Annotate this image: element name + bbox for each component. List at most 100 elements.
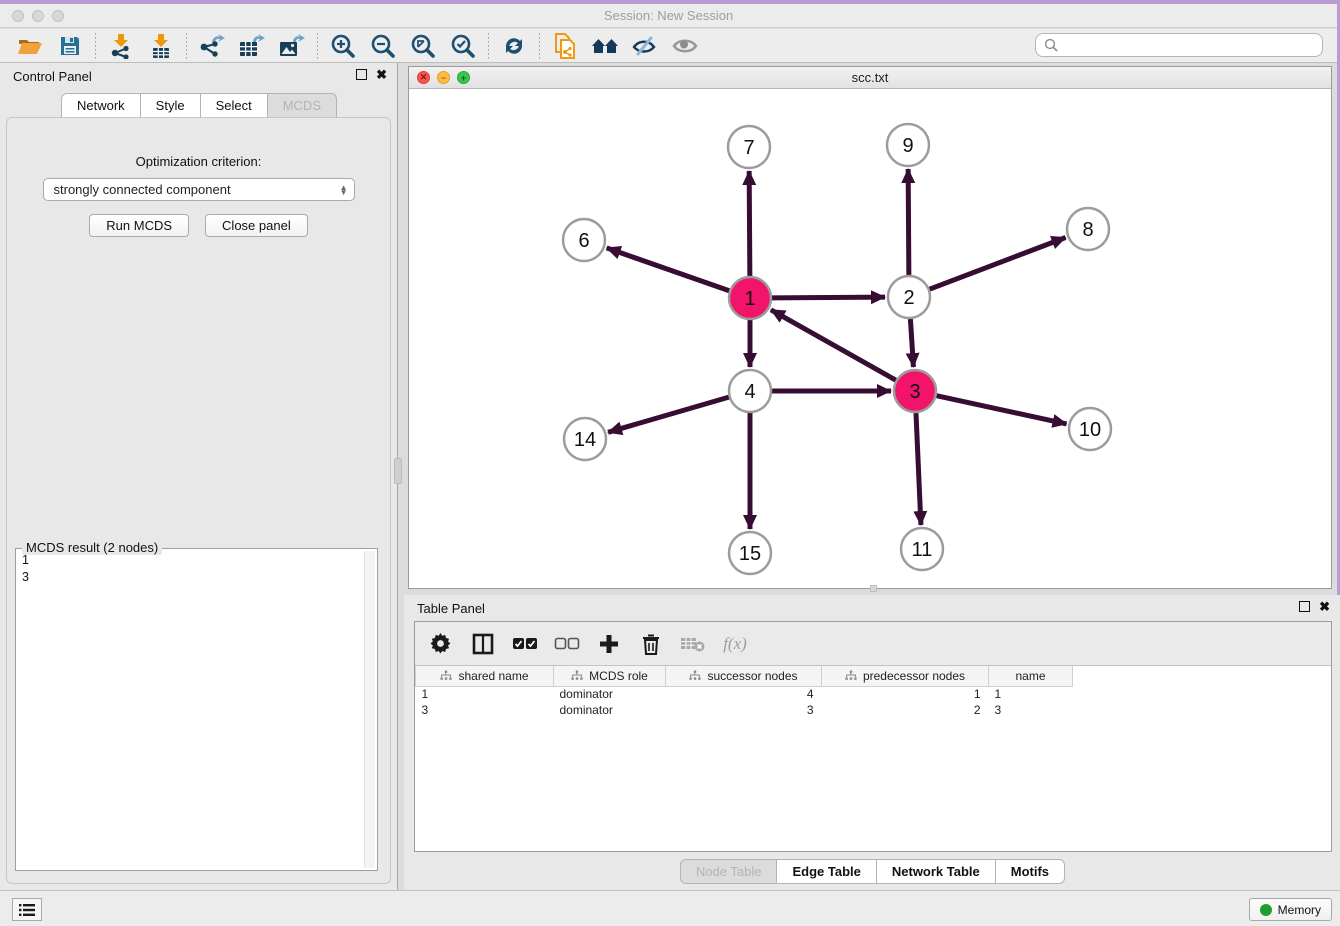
cell[interactable]: 3 [989, 702, 1073, 718]
svg-text:2: 2 [903, 287, 914, 309]
refresh-button[interactable] [494, 31, 534, 61]
window-title: Session: New Session [0, 8, 1337, 23]
cell[interactable]: 1 [989, 686, 1073, 702]
search-input[interactable] [1065, 38, 1314, 52]
column-header-name[interactable]: name [989, 666, 1073, 686]
svg-text:11: 11 [912, 539, 933, 561]
table-row[interactable]: 3dominator323 [416, 702, 1073, 718]
cell[interactable]: 1 [822, 686, 989, 702]
float-table-panel-icon[interactable] [1299, 601, 1310, 612]
svg-text:8: 8 [1082, 219, 1093, 241]
delete-button[interactable] [637, 629, 665, 659]
cell[interactable]: dominator [554, 702, 666, 718]
mcds-panel-body: Optimization criterion: strongly connect… [6, 117, 391, 884]
edge-1-2[interactable] [772, 297, 885, 298]
tab-style[interactable]: Style [140, 93, 201, 117]
edge-3-1[interactable] [771, 310, 896, 380]
edge-2-8[interactable] [930, 238, 1066, 290]
edge-1-7[interactable] [749, 171, 750, 276]
tab-mcds[interactable]: MCDS [267, 93, 337, 117]
zoom-fit-button[interactable] [403, 31, 443, 61]
close-panel-icon[interactable]: ✖ [376, 69, 387, 80]
select-all-icon [512, 637, 538, 651]
node-11[interactable]: 11 [901, 528, 943, 570]
edge-4-14[interactable] [608, 397, 729, 432]
search-field[interactable] [1035, 33, 1323, 57]
node-7[interactable]: 7 [728, 126, 770, 168]
edge-2-3[interactable] [910, 319, 913, 367]
zoom-in-button[interactable] [323, 31, 363, 61]
network-canvas[interactable]: 7 9 6 8 1 2 4 3 14 10 15 11 [409, 89, 1331, 588]
node-4[interactable]: 4 [729, 370, 771, 412]
node-2[interactable]: 2 [888, 276, 930, 318]
edge-3-11[interactable] [916, 413, 921, 525]
node-table[interactable]: shared nameMCDS rolesuccessor nodesprede… [415, 666, 1073, 718]
open-session-button[interactable] [10, 31, 50, 61]
export-table-button[interactable] [232, 31, 272, 61]
select-all-button[interactable] [511, 629, 539, 659]
panel-splitter-grip[interactable] [394, 458, 402, 484]
edge-2-9[interactable] [908, 169, 909, 275]
node-8[interactable]: 8 [1067, 208, 1109, 250]
close-panel-button[interactable]: Close panel [205, 214, 308, 237]
network-window-titlebar[interactable]: ✕ − + scc.txt [409, 67, 1331, 89]
column-header-predecessor-nodes[interactable]: predecessor nodes [822, 666, 989, 686]
cell[interactable]: 1 [416, 686, 554, 702]
tab-node-table[interactable]: Node Table [680, 859, 778, 884]
zoom-out-button[interactable] [363, 31, 403, 61]
edge-1-6[interactable] [607, 248, 730, 291]
tab-select[interactable]: Select [200, 93, 268, 117]
delete-table-button[interactable] [679, 629, 707, 659]
close-table-panel-icon[interactable]: ✖ [1319, 601, 1330, 612]
cell[interactable]: 2 [822, 702, 989, 718]
import-table-button[interactable] [141, 31, 181, 61]
node-9[interactable]: 9 [887, 124, 929, 166]
control-panel-header: Control Panel ✖ [0, 63, 397, 89]
new-network-from-selection-button[interactable] [545, 31, 585, 61]
node-15[interactable]: 15 [729, 532, 771, 574]
svg-text:4: 4 [744, 381, 755, 403]
save-session-icon [58, 34, 82, 58]
deselect-all-button[interactable] [553, 629, 581, 659]
run-mcds-button[interactable]: Run MCDS [89, 214, 189, 237]
cell[interactable]: dominator [554, 686, 666, 702]
float-panel-icon[interactable] [356, 69, 367, 80]
toolbar-separator [539, 33, 540, 59]
window-resize-grip[interactable] [870, 585, 877, 592]
tab-network-table[interactable]: Network Table [876, 859, 996, 884]
tab-edge-table[interactable]: Edge Table [776, 859, 876, 884]
table-panel: Table Panel ✖ [404, 595, 1340, 890]
result-scrollbar[interactable] [364, 551, 375, 868]
node-6[interactable]: 6 [563, 219, 605, 261]
node-3[interactable]: 3 [894, 370, 936, 412]
task-history-button[interactable] [12, 898, 42, 921]
export-image-button[interactable] [272, 31, 312, 61]
cell[interactable]: 3 [666, 702, 822, 718]
node-10[interactable]: 10 [1069, 408, 1111, 450]
function-builder-button[interactable]: f(x) [721, 629, 749, 659]
table-row[interactable]: 1dominator411 [416, 686, 1073, 702]
cell[interactable]: 4 [666, 686, 822, 702]
show-all-button[interactable] [665, 31, 705, 61]
tab-network[interactable]: Network [61, 93, 141, 117]
node-14[interactable]: 14 [564, 418, 606, 460]
gear-button[interactable] [427, 629, 455, 659]
edge-3-10[interactable] [936, 396, 1066, 424]
column-header-MCDS-role[interactable]: MCDS role [554, 666, 666, 686]
columns-button[interactable] [469, 629, 497, 659]
save-session-button[interactable] [50, 31, 90, 61]
hide-selected-button[interactable] [625, 31, 665, 61]
hide-selected-icon [631, 34, 659, 58]
node-1[interactable]: 1 [729, 277, 771, 319]
export-network-button[interactable] [192, 31, 232, 61]
optimization-dropdown[interactable]: strongly connected component ▲▼ [43, 178, 355, 201]
column-header-successor-nodes[interactable]: successor nodes [666, 666, 822, 686]
cell[interactable]: 3 [416, 702, 554, 718]
add-button[interactable] [595, 629, 623, 659]
memory-button[interactable]: Memory [1249, 898, 1332, 921]
column-header-shared-name[interactable]: shared name [416, 666, 554, 686]
first-neighbors-button[interactable] [585, 31, 625, 61]
zoom-selected-button[interactable] [443, 31, 483, 61]
import-network-button[interactable] [101, 31, 141, 61]
tab-motifs[interactable]: Motifs [995, 859, 1065, 884]
